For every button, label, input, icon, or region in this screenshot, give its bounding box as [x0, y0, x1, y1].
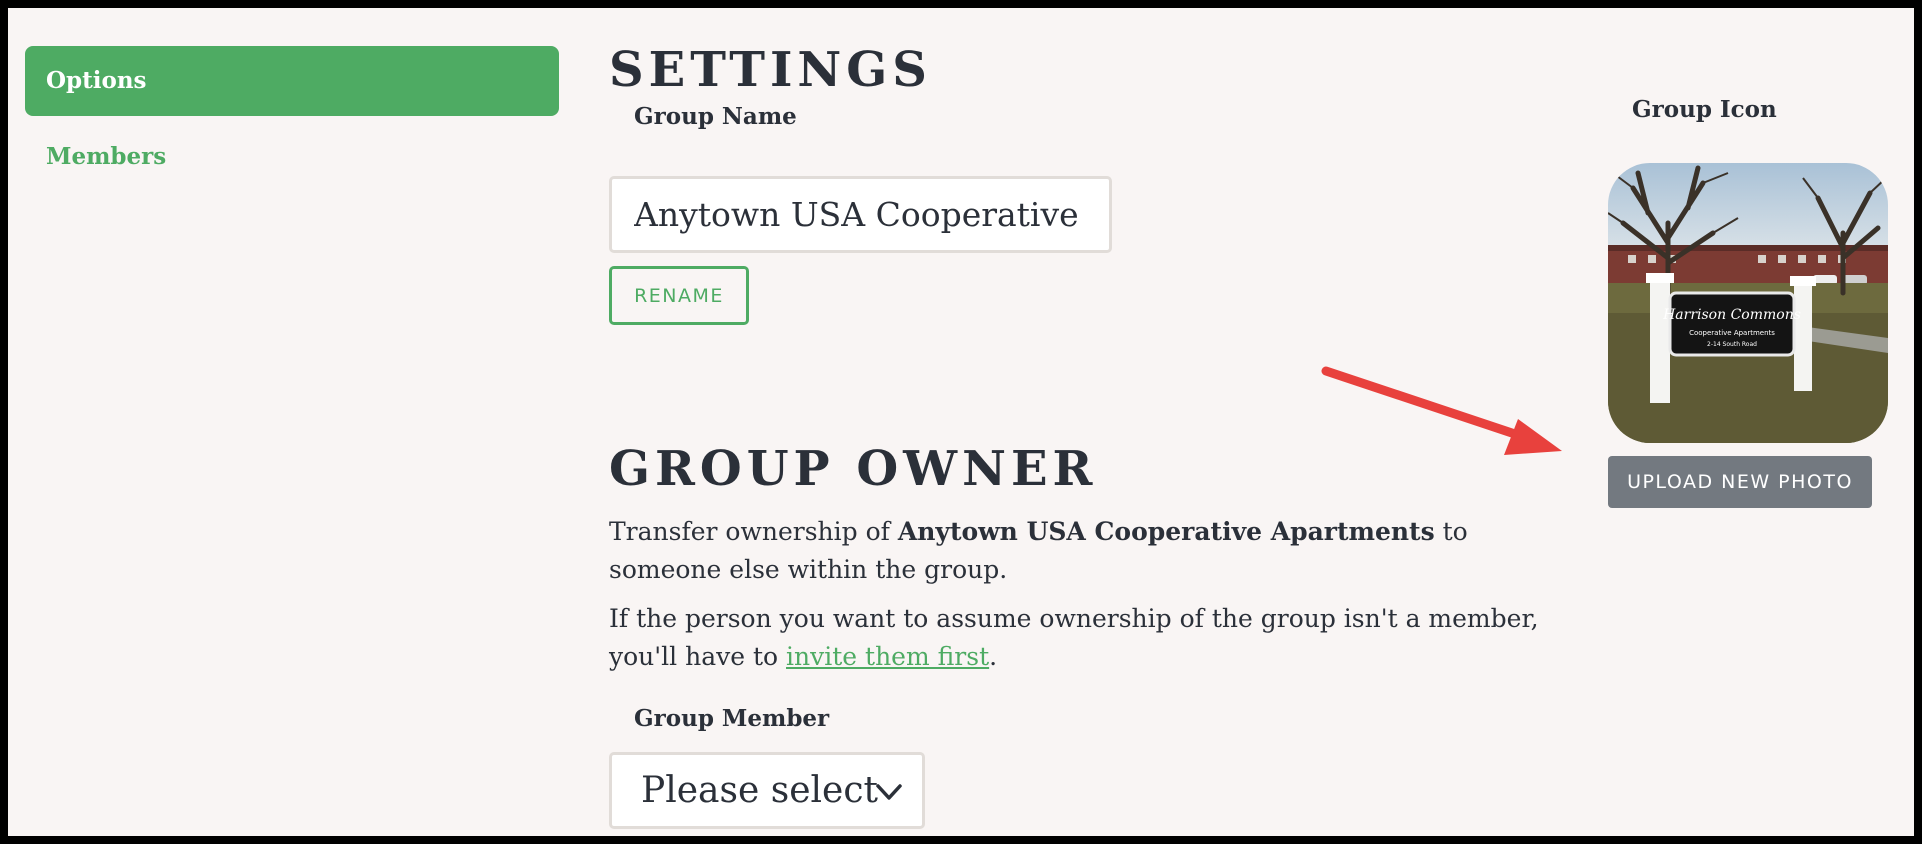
upload-new-photo-button[interactable]: UPLOAD NEW PHOTO: [1608, 456, 1872, 508]
chevron-down-icon: [876, 784, 902, 800]
svg-text:Harrison Commons: Harrison Commons: [1662, 307, 1801, 323]
sidebar-item-options[interactable]: Options: [25, 46, 559, 116]
transfer-description: Transfer ownership of Anytown USA Cooper…: [609, 517, 1468, 584]
invite-them-first-link[interactable]: invite them first: [786, 642, 989, 671]
red-arrow-annotation: [1321, 366, 1562, 455]
group-member-label: Group Member: [634, 705, 830, 732]
group-icon-photo: Harrison Commons Cooperative Apartments …: [1608, 163, 1888, 443]
svg-text:2-14 South Road: 2-14 South Road: [1707, 341, 1757, 348]
settings-page: Options Members SETTINGS Group Name RENA…: [8, 8, 1914, 836]
rename-button[interactable]: RENAME: [609, 266, 749, 325]
invite-description: If the person you want to assume ownersh…: [609, 604, 1539, 671]
svg-text:Cooperative Apartments: Cooperative Apartments: [1689, 329, 1775, 337]
group-icon-label: Group Icon: [1632, 96, 1777, 123]
group-name-input[interactable]: [609, 176, 1112, 253]
group-name-emphasis: Anytown USA Cooperative Apartments: [897, 517, 1435, 546]
sidebar: Options Members: [25, 46, 559, 186]
sidebar-item-members[interactable]: Members: [25, 128, 559, 186]
settings-heading: SETTINGS: [609, 42, 932, 98]
group-name-label: Group Name: [634, 103, 797, 130]
group-member-select[interactable]: Please select: [609, 752, 925, 829]
group-member-select-value: Please select: [641, 770, 878, 811]
group-owner-heading: GROUP OWNER: [609, 441, 1098, 497]
